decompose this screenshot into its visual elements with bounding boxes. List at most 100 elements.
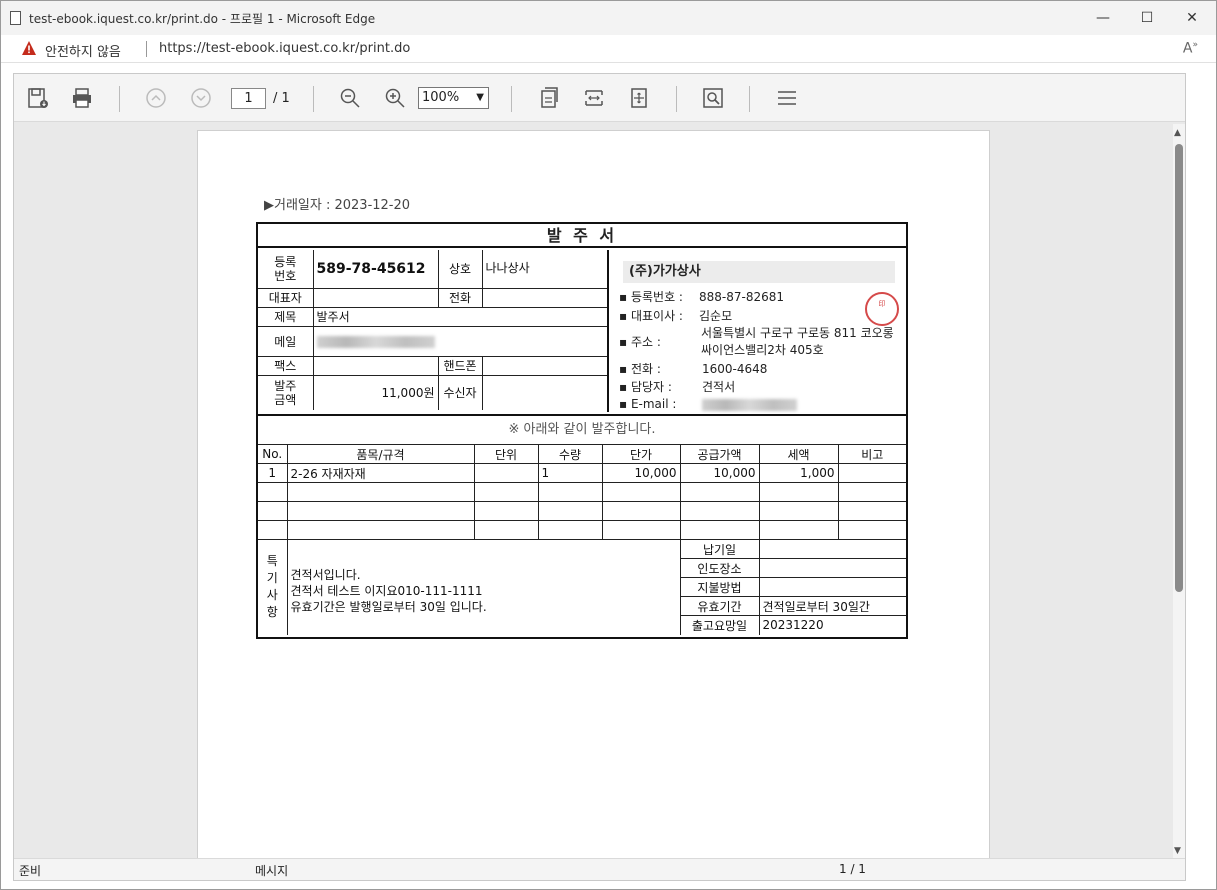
supplier-address-line2: 싸이언스밸리2차 405호 [701, 343, 824, 357]
status-ready: 준비 [19, 864, 42, 878]
page-number-input[interactable]: 1 [231, 88, 266, 109]
scrollbar-thumb[interactable] [1175, 144, 1183, 592]
fit-width-icon[interactable] [580, 84, 608, 112]
zoom-value: 100% [422, 90, 460, 105]
table-row [258, 520, 906, 540]
column-header: 세액 [758, 444, 839, 464]
buyer-phone [481, 287, 607, 308]
table-cell [537, 520, 603, 540]
column-header: 단가 [601, 444, 681, 464]
table-cell [837, 520, 906, 540]
page-setup-icon[interactable] [535, 84, 563, 112]
column-header: No. [258, 444, 288, 464]
seal-text: 印 [878, 300, 886, 308]
table-cell [286, 520, 475, 540]
close-button[interactable]: ✕ [1169, 1, 1215, 35]
find-icon[interactable] [699, 84, 727, 112]
zoom-select[interactable]: 100% ▼ [418, 87, 489, 109]
toolbar-divider [119, 86, 120, 112]
supplier-reg-row: ▪ 등록번호 : 888-87-82681 [619, 288, 784, 305]
address-bar[interactable]: 안전하지 않음 https://test-ebook.iquest.co.kr/… [1, 35, 1216, 63]
table-cell [258, 520, 288, 540]
toolbar-divider [313, 86, 314, 112]
receiver-value [481, 374, 607, 410]
browser-window: test-ebook.iquest.co.kr/print.do - 프로필 1… [0, 0, 1217, 890]
term-label: 유효기간 [679, 596, 760, 616]
document-title: 발 주 서 [258, 224, 906, 248]
table-cell [679, 520, 760, 540]
read-aloud-icon[interactable]: A» [1183, 40, 1198, 57]
order-amount: 11,000원 [312, 374, 439, 410]
table-cell [837, 501, 906, 521]
term-label: 지불방법 [679, 577, 760, 597]
term-value [758, 539, 906, 559]
term-value: 견적일로부터 30일간 [758, 596, 906, 616]
fit-page-icon[interactable] [625, 84, 653, 112]
mobile-label: 핸드폰 [437, 355, 483, 376]
term-label: 인도장소 [679, 558, 760, 578]
table-cell: 1 [537, 463, 603, 483]
zoom-in-icon[interactable] [381, 84, 409, 112]
term-label: 출고요망일 [679, 615, 760, 635]
supplier-tel-label: ▪ 전화 : [619, 362, 661, 376]
print-icon[interactable] [68, 84, 96, 112]
menu-icon[interactable] [773, 84, 801, 112]
buyer-fax [312, 355, 439, 376]
minimize-button[interactable]: — [1080, 1, 1126, 35]
supplier-ceo-row: ▪ 대표이사 : 김순모 [619, 307, 732, 324]
toolbar-divider [749, 86, 750, 112]
table-cell: 10,000 [679, 463, 760, 483]
table-row [258, 482, 906, 502]
scroll-down-icon[interactable]: ▼ [1174, 846, 1181, 856]
table-cell [473, 501, 539, 521]
order-subject: 발주서 [312, 306, 607, 327]
supplier-manager-row: ▪ 담당자 : 견적서 [619, 378, 735, 395]
scroll-up-icon[interactable]: ▲ [1174, 128, 1181, 138]
table-cell [258, 482, 288, 502]
status-message: 메시지 [255, 864, 289, 878]
save-icon[interactable] [24, 84, 52, 112]
table-cell [473, 520, 539, 540]
table-cell [537, 501, 603, 521]
table-cell [258, 501, 288, 521]
table-cell [837, 463, 906, 483]
viewer-toolbar: 1 / 1 100% ▼ [14, 74, 1185, 122]
toolbar-divider [676, 86, 677, 112]
url-text[interactable]: https://test-ebook.iquest.co.kr/print.do [159, 41, 410, 56]
maximize-button[interactable]: ☐ [1124, 1, 1170, 35]
remark-line: 견적서 테스트 이지요010-111-1111 [290, 584, 483, 599]
column-header: 비고 [837, 444, 906, 464]
next-page-icon[interactable] [187, 84, 215, 112]
zoom-out-icon[interactable] [336, 84, 364, 112]
divider [146, 41, 147, 57]
table-cell [837, 482, 906, 502]
window-title: test-ebook.iquest.co.kr/print.do - 프로필 1… [29, 12, 376, 26]
buyer-mail-redacted [312, 325, 607, 357]
column-header: 공급가액 [679, 444, 760, 464]
supplier-reg-no: 888-87-82681 [699, 290, 785, 304]
term-value [758, 558, 906, 578]
insecure-label[interactable]: 안전하지 않음 [45, 41, 121, 60]
table-row: 1 2-26 자재자재 1 10,000 10,000 1,000 [258, 463, 906, 483]
vertical-scrollbar[interactable]: ▲ ▼ [1173, 124, 1185, 859]
supplier-manager: 견적서 [702, 380, 736, 394]
supplier-ceo-label: ▪ 대표이사 : [619, 309, 683, 323]
receiver-label: 수신자 [437, 374, 483, 410]
page-total: / 1 [273, 91, 290, 106]
supplier-manager-label: ▪ 담당자 : [619, 380, 672, 394]
report-page: ▶거래일자 : 2023-12-20 발 주 서 등록 번호 589-78-45… [197, 130, 990, 870]
table-cell [601, 520, 681, 540]
ceo-label: 대표자 [258, 287, 314, 308]
previous-page-icon[interactable] [142, 84, 170, 112]
supplier-info: (주)가가상사 ▪ 등록번호 : 888-87-82681 ▪ 대표이사 : 김순모… [607, 250, 906, 412]
redacted-email [316, 335, 435, 348]
term-value: 20231220 [758, 615, 906, 635]
buyer-mobile [481, 355, 607, 376]
table-cell [286, 501, 475, 521]
table-cell [679, 482, 760, 502]
chevron-down-icon: ▼ [476, 92, 484, 103]
table-cell [679, 501, 760, 521]
warning-icon[interactable] [21, 40, 37, 56]
remarks-table: 특 기 사 항 견적서입니다. 견적서 테스트 이지요010-111-1111 … [258, 539, 906, 635]
supplier-email-row: ▪ E-mail : [619, 397, 797, 411]
